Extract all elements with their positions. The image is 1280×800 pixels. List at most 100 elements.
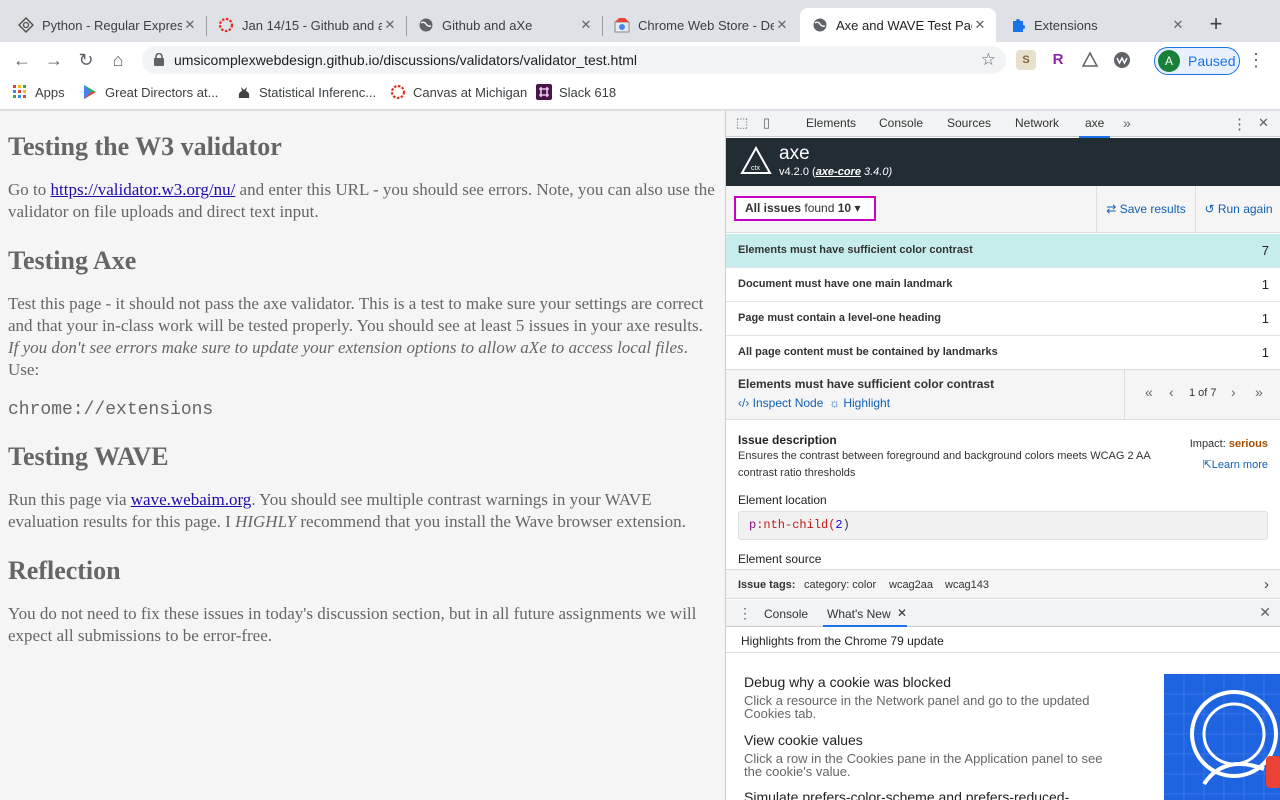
whats-new-item[interactable]: Debug why a cookie was blocked Click a r… xyxy=(744,674,1124,720)
axe-extension-icon[interactable] xyxy=(1080,50,1100,70)
whats-new-item[interactable]: View cookie values Click a row in the Co… xyxy=(744,732,1124,778)
close-tab-icon[interactable]: ✕ xyxy=(1170,17,1186,33)
forward-arrow-icon[interactable]: → xyxy=(42,48,66,72)
run-again-button[interactable]: ↺ Run again xyxy=(1195,186,1280,232)
bookmark-item[interactable]: Great Directors at... xyxy=(82,84,218,100)
issue-description-text: Ensures the contrast between foreground … xyxy=(738,450,1151,479)
issue-tag: category: color xyxy=(804,579,877,591)
extension-r-icon[interactable]: R xyxy=(1048,50,1068,70)
home-icon[interactable]: ⌂ xyxy=(106,48,130,72)
validator-link[interactable]: https://validator.w3.org/nu/ xyxy=(51,180,236,199)
element-location-selector[interactable]: p:nth-child(2) xyxy=(738,511,1268,540)
close-tab-icon[interactable]: ✕ xyxy=(972,17,988,33)
issue-label: All page content must be contained by la… xyxy=(738,346,998,358)
bookmark-star-icon[interactable]: ☆ xyxy=(981,50,996,70)
bookmark-item[interactable]: Apps xyxy=(12,84,65,100)
issue-row-landmarks[interactable]: All page content must be contained by la… xyxy=(726,336,1280,370)
chevron-right-icon[interactable]: › xyxy=(1264,576,1269,593)
bookmarks-bar: Apps Great Directors at... Statistical I… xyxy=(0,78,1280,110)
issue-row-color-contrast[interactable]: Elements must have sufficient color cont… xyxy=(726,234,1280,268)
more-tabs-icon[interactable]: » xyxy=(1123,115,1131,131)
issue-row-level-one-heading[interactable]: Page must contain a level-one heading 1 xyxy=(726,302,1280,336)
highlight-button[interactable]: ☼ Highlight xyxy=(829,396,890,410)
impact-value: serious xyxy=(1228,438,1268,450)
browser-tab[interactable]: Extensions ✕ xyxy=(998,8,1194,42)
page-counter: 1 of 7 xyxy=(1189,387,1217,399)
tab-axe[interactable]: axe xyxy=(1078,116,1111,138)
slack-icon xyxy=(536,84,552,100)
issue-detail-header: Elements must have sufficient color cont… xyxy=(726,369,1280,420)
next-page-icon[interactable]: › xyxy=(1231,384,1236,400)
close-tab-icon[interactable]: ✕ xyxy=(578,17,594,33)
address-bar[interactable]: umsicomplexwebdesign.github.io/discussio… xyxy=(142,46,1006,74)
browser-toolbar: ← → ↻ ⌂ umsicomplexwebdesign.github.io/d… xyxy=(0,42,1280,78)
axe-core-link[interactable]: axe-core xyxy=(816,166,861,178)
wave-extension-icon[interactable] xyxy=(1112,50,1132,70)
close-devtools-icon[interactable]: ✕ xyxy=(1258,115,1269,131)
bookmark-item[interactable]: Statistical Inferenc... xyxy=(236,84,376,100)
globe-icon xyxy=(418,17,434,33)
learn-more-link[interactable]: ⇱Learn more xyxy=(1203,458,1268,471)
profile-status: Paused xyxy=(1188,53,1236,69)
close-tab-icon[interactable]: ✕ xyxy=(182,17,198,33)
refresh-icon: ↺ xyxy=(1204,202,1215,216)
puzzle-icon xyxy=(1010,17,1026,33)
issue-tags-bar[interactable]: Issue tags: category: color wcag2aa wcag… xyxy=(726,569,1280,599)
canvas-icon xyxy=(218,17,234,33)
browser-tab[interactable]: Jan 14/15 - Github and aXe ✕ xyxy=(206,8,407,42)
bookmark-item[interactable]: Slack 618 xyxy=(536,84,616,100)
drawer-tab-console[interactable]: Console xyxy=(764,607,808,621)
paragraph-axe: Test this page - it should not pass the … xyxy=(8,294,704,379)
axe-version: v4.2.0 (axe-core 3.4.0) xyxy=(779,166,893,178)
issue-row-main-landmark[interactable]: Document must have one main landmark 1 xyxy=(726,268,1280,302)
extension-s-icon[interactable]: S xyxy=(1016,50,1036,70)
browser-tab[interactable]: Github and aXe ✕ xyxy=(406,8,603,42)
tab-console[interactable]: Console xyxy=(879,116,923,130)
element-source-title: Element source xyxy=(738,552,822,566)
device-toolbar-icon[interactable]: ▯ xyxy=(763,115,770,131)
wave-link[interactable]: wave.webaim.org xyxy=(131,490,252,509)
inspect-element-icon[interactable]: ⬚ xyxy=(736,115,748,131)
issues-filter-dropdown[interactable]: All issues found 10 ▾ xyxy=(734,196,876,221)
drawer-menu-icon[interactable]: ⋮ xyxy=(738,605,752,622)
inspect-node-button[interactable]: ‹/› Inspect Node xyxy=(738,396,823,410)
tab-elements[interactable]: Elements xyxy=(806,116,856,130)
issue-tags-label: Issue tags: xyxy=(738,579,796,591)
first-page-icon[interactable]: « xyxy=(1145,384,1153,400)
browser-tab[interactable]: Python - Regular Expressions ✕ xyxy=(6,8,207,42)
devtools-menu-icon[interactable]: ⋮ xyxy=(1232,115,1247,133)
browser-tab-active[interactable]: Axe and WAVE Test Page ✕ xyxy=(800,8,996,42)
close-drawer-icon[interactable]: ✕ xyxy=(1259,604,1271,621)
save-results-button[interactable]: ⇄ Save results xyxy=(1096,186,1195,232)
browser-menu-icon[interactable]: ⋮ xyxy=(1247,50,1265,71)
tab-title: Extensions xyxy=(1034,17,1098,33)
paragraph-w3: Go to https://validator.w3.org/nu/ and e… xyxy=(8,180,715,221)
devtools-tab-bar: ⬚ ▯ Elements Console Sources Network axe… xyxy=(726,111,1280,138)
apps-grid-icon xyxy=(12,84,28,100)
prev-page-icon[interactable]: ‹ xyxy=(1169,384,1174,400)
browser-tab[interactable]: Chrome Web Store - Developer ✕ xyxy=(602,8,798,42)
profile-button[interactable]: A Paused xyxy=(1154,47,1240,75)
bookmark-item[interactable]: Canvas at Michigan xyxy=(390,84,527,100)
whats-new-item-title: Debug why a cookie was blocked xyxy=(744,674,952,690)
tab-network[interactable]: Network xyxy=(1015,116,1059,130)
pagination: « ‹ 1 of 7 › » xyxy=(1124,370,1280,420)
back-arrow-icon[interactable]: ← xyxy=(10,48,34,72)
close-tab-icon[interactable]: ✕ xyxy=(774,17,790,33)
impact-label: Impact: serious xyxy=(1189,438,1268,450)
close-tab-icon[interactable]: ✕ xyxy=(382,17,398,33)
drawer-tab-whats-new[interactable]: What's New xyxy=(823,607,907,627)
tab-sources[interactable]: Sources xyxy=(947,116,991,130)
reload-icon[interactable]: ↻ xyxy=(74,48,98,72)
whats-new-item[interactable]: Simulate prefers-color-scheme and prefer… xyxy=(744,789,1124,800)
cat-icon xyxy=(236,84,252,100)
close-tab-icon[interactable]: ✕ xyxy=(897,606,907,620)
url-text: umsicomplexwebdesign.github.io/discussio… xyxy=(174,52,638,68)
issue-detail-title: Elements must have sufficient color cont… xyxy=(738,377,995,391)
canvas-icon xyxy=(390,84,406,100)
tab-title: Jan 14/15 - Github and aXe xyxy=(242,17,382,33)
devtools-panel: ⬚ ▯ Elements Console Sources Network axe… xyxy=(725,111,1280,800)
new-tab-button[interactable]: + xyxy=(1204,13,1228,37)
last-page-icon[interactable]: » xyxy=(1255,384,1263,400)
axe-header: ctx axe v4.2.0 (axe-core 3.4.0) xyxy=(726,138,1280,186)
